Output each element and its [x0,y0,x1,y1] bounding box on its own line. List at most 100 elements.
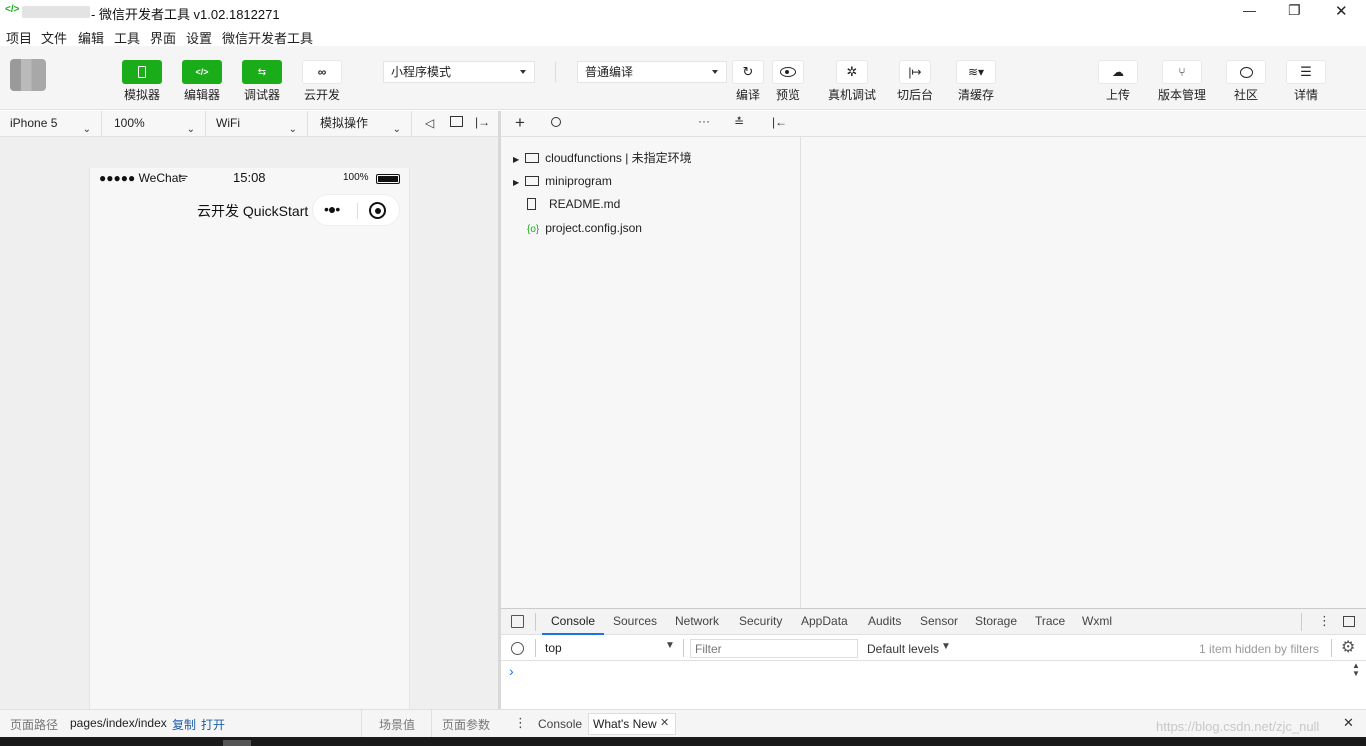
inspect-element-icon[interactable] [511,615,524,628]
menu-item-devtools[interactable]: 微信开发者工具 [222,28,313,47]
context-select[interactable]: top ▼ [541,638,677,658]
capsule-menu[interactable]: •●• [312,194,400,226]
expand-arrow-icon[interactable]: ▶ [513,178,519,187]
zoom-select[interactable]: 100% ⌄ [104,111,206,136]
menu-item-tools[interactable]: 工具 [114,28,140,47]
avatar[interactable] [10,59,46,91]
console-filter-input[interactable] [690,639,858,658]
tree-item-label: miniprogram [545,174,612,188]
chat-icon [1239,66,1253,78]
more-dots-icon[interactable]: •●• [324,201,340,217]
tab-divider [1331,639,1332,657]
phone-simulator[interactable]: ●●●●● WeChat ᯤ 15:08 100% 云开发 QuickStart… [89,168,410,709]
tab-network[interactable]: Network [675,614,719,628]
menu-item-file[interactable]: 文件 [41,28,67,47]
drawer-menu-icon[interactable]: ⋮ [514,715,527,731]
menu-item-project[interactable]: 项目 [6,28,32,47]
tree-item-readme[interactable]: README.md [527,193,620,215]
version-control-button[interactable]: ⑂ [1162,60,1202,84]
more-options-icon[interactable]: ··· [698,114,710,128]
upload-button[interactable]: ☁ [1098,60,1138,84]
operation-select[interactable]: 模拟操作 ⌄ [310,111,412,136]
os-taskbar [0,737,1366,746]
tab-sources[interactable]: Sources [613,614,657,628]
zoom-select-value: 100% [114,116,145,130]
version-control-label: 版本管理 [1157,88,1206,102]
tab-appdata[interactable]: AppData [801,614,848,628]
expand-arrow-icon[interactable]: ▶ [513,155,519,164]
menu-bar: 项目 文件 编辑 工具 界面 设置 微信开发者工具 [0,24,1366,46]
capsule-divider [357,203,358,219]
debugger-toggle-button[interactable]: ⇆ [242,60,282,84]
collapse-all-icon[interactable]: ≛ [734,115,744,129]
tab-divider [535,613,536,631]
editor-toggle-button[interactable]: </> [182,60,222,84]
tree-item-cloudfunctions[interactable]: ▶ cloudfunctions | 未指定环境 [513,147,692,169]
undock-icon[interactable] [1343,616,1355,627]
cloud-upload-icon: ☁ [1112,65,1124,79]
clear-cache-button[interactable]: ≋▾ [956,60,996,84]
page-params-button[interactable]: 页面参数 [442,716,490,733]
tab-console[interactable]: Console [551,614,595,628]
restore-button[interactable]: ❐ [1288,2,1301,19]
tab-sensor[interactable]: Sensor [920,614,958,628]
volume-icon[interactable]: ◁ [425,116,434,130]
drawer-tab-console[interactable]: Console [538,717,582,731]
detach-window-icon[interactable] [450,116,463,127]
tab-security[interactable]: Security [739,614,782,628]
chevron-down-icon: ▼ [665,640,675,651]
tab-wxml[interactable]: Wxml [1082,614,1112,628]
menu-item-settings[interactable]: 设置 [186,28,212,47]
gear-icon[interactable]: ⚙ [1341,637,1355,657]
copy-path-link[interactable]: 复制 [172,716,196,733]
branch-icon: ⑂ [1178,65,1186,79]
community-label: 社区 [1233,88,1258,102]
editor-area [801,111,1366,608]
add-file-icon[interactable]: + [515,113,525,133]
toolbar-divider [555,62,556,82]
preview-button[interactable] [772,60,804,84]
status-divider [361,710,362,737]
compile-button[interactable]: ↻ [732,60,764,84]
close-drawer-icon[interactable]: ✕ [1343,715,1354,731]
debug-icon: ⇆ [257,66,267,78]
carrier-label: ●●●●● WeChat [99,171,182,185]
tab-trace[interactable]: Trace [1035,614,1065,628]
open-path-link[interactable]: 打开 [201,716,225,733]
details-button[interactable]: ☰ [1286,60,1326,84]
taskbar-active-item[interactable] [223,740,251,746]
remote-debug-button[interactable]: ✲ [836,60,868,84]
details-label: 详情 [1293,88,1318,102]
menu-item-view[interactable]: 界面 [150,28,176,47]
compile-mode-select[interactable]: 普通编译 [577,61,727,83]
kebab-menu-icon[interactable]: ⋮ [1318,613,1331,629]
tab-storage[interactable]: Storage [975,614,1017,628]
close-target-icon[interactable] [369,202,386,219]
mode-select[interactable]: 小程序模式 [383,61,535,83]
tree-item-label: README.md [549,197,621,211]
collapse-right-icon[interactable]: |→ [475,115,490,129]
community-button[interactable] [1226,60,1266,84]
drawer-tab-whats-new[interactable]: What's New ✕ [588,713,676,735]
device-select-value: iPhone 5 [10,116,58,130]
menu-item-edit[interactable]: 编辑 [78,28,104,47]
scene-value-button[interactable]: 场景值 [379,716,415,733]
tab-audits[interactable]: Audits [868,614,901,628]
clear-console-icon[interactable] [511,642,524,655]
scroll-arrows-icon[interactable]: ▲ ▼ [1352,662,1360,678]
network-select[interactable]: WiFi ⌄ [206,111,308,136]
minimize-button[interactable]: — [1243,3,1256,18]
simulator-toggle-button[interactable] [122,60,162,84]
log-levels-select[interactable]: Default levels [867,642,939,656]
close-tab-icon[interactable]: ✕ [660,716,669,729]
compile-mode-value: 普通编译 [585,65,634,79]
console-prompt[interactable]: › [509,663,514,679]
cloud-dev-button[interactable]: ∞ [302,60,342,84]
device-select[interactable]: iPhone 5 ⌄ [0,111,102,136]
search-icon[interactable] [551,117,561,127]
tree-item-miniprogram[interactable]: ▶ miniprogram [513,170,612,192]
collapse-panel-icon[interactable]: |← [772,115,787,129]
close-window-button[interactable]: ✕ [1335,2,1348,20]
tree-item-project-config[interactable]: {o} project.config.json [527,217,642,239]
switch-background-button[interactable]: |↦ [899,60,931,84]
